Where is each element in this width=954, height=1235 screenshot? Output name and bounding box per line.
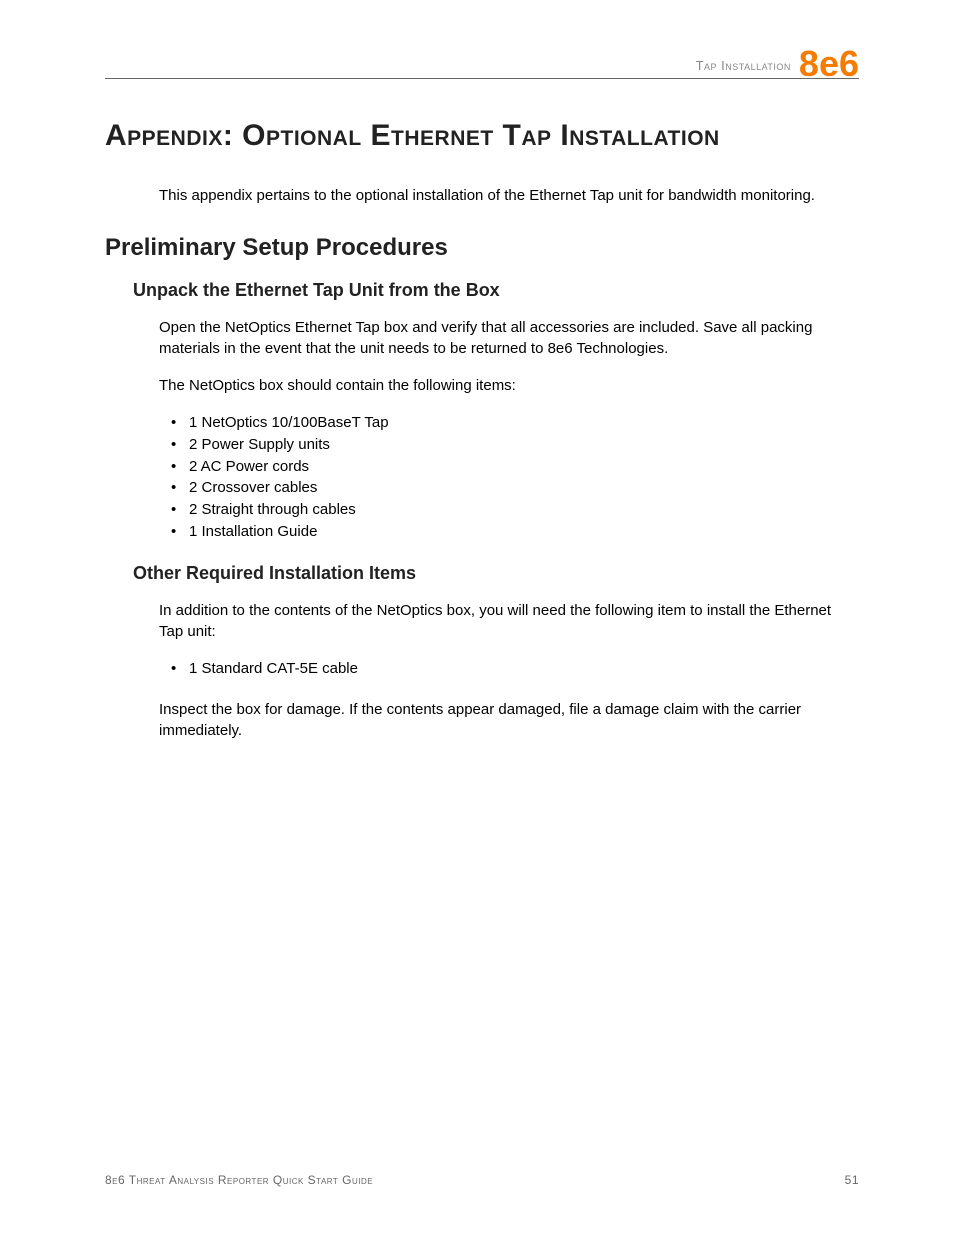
list-item: 1 NetOptics 10/100BaseT Tap [159, 412, 859, 434]
list-item: 2 Power Supply units [159, 434, 859, 456]
required-list: 1 Standard CAT-5E cable [159, 658, 859, 680]
page-title: Appendix: Optional Ethernet Tap Installa… [105, 119, 859, 153]
body-paragraph: Open the NetOptics Ethernet Tap box and … [159, 317, 859, 359]
page-footer: 8e6 Threat Analysis Reporter Quick Start… [105, 1173, 859, 1187]
list-item: 2 AC Power cords [159, 456, 859, 478]
list-item: 2 Straight through cables [159, 499, 859, 521]
body-paragraph: Inspect the box for damage. If the conte… [159, 699, 859, 741]
list-item: 1 Installation Guide [159, 521, 859, 543]
section-label: Tap Installation [696, 58, 791, 73]
subsection-heading-unpack: Unpack the Ethernet Tap Unit from the Bo… [133, 280, 859, 301]
page-header: Tap Installation 8e6 [105, 40, 859, 79]
section-heading: Preliminary Setup Procedures [105, 234, 859, 262]
footer-guide-name: 8e6 Threat Analysis Reporter Quick Start… [105, 1173, 373, 1187]
body-paragraph: The NetOptics box should contain the fol… [159, 375, 859, 396]
brand-logo: 8e6 [799, 46, 859, 82]
list-item: 2 Crossover cables [159, 477, 859, 499]
list-item: 1 Standard CAT-5E cable [159, 658, 859, 680]
footer-page-number: 51 [845, 1173, 859, 1187]
body-paragraph: In addition to the contents of the NetOp… [159, 600, 859, 642]
intro-paragraph: This appendix pertains to the optional i… [159, 185, 859, 206]
contents-list: 1 NetOptics 10/100BaseT Tap 2 Power Supp… [159, 412, 859, 543]
subsection-heading-other: Other Required Installation Items [133, 563, 859, 584]
